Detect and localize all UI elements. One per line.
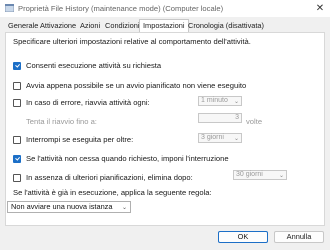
delete-if-not-scheduled-label: In assenza di ulteriori pianificazioni, … (26, 173, 193, 182)
title-bar: Proprietà File History (maintenance mode… (0, 0, 330, 17)
force-stop-checkbox[interactable] (13, 155, 21, 163)
chevron-down-icon: ⌄ (233, 136, 239, 142)
tab-condizioni[interactable]: Condizioni (102, 20, 143, 31)
stop-if-longer-checkbox[interactable] (13, 136, 21, 144)
stop-duration-select[interactable]: 3 giorni ⌄ (198, 133, 242, 143)
chevron-down-icon: ⌄ (121, 205, 127, 211)
restart-on-fail-checkbox[interactable] (13, 99, 21, 107)
already-running-label: Se l'attività è già in esecuzione, appli… (13, 188, 212, 197)
tab-azioni[interactable]: Azioni (77, 20, 103, 31)
chevron-down-icon: ⌄ (233, 99, 239, 105)
delete-after-value: 30 giorni (236, 171, 263, 178)
already-running-rule-value: Non avviare una nuova istanza (11, 202, 113, 211)
restart-attempts-value: 3 (235, 114, 239, 121)
restart-interval-select[interactable]: 1 minuto ⌄ (198, 96, 242, 106)
run-missed-label: Avvia appena possibile se un avvio piani… (26, 81, 247, 90)
already-running-rule-select[interactable]: Non avviare una nuova istanza ⌄ (7, 201, 131, 213)
chevron-down-icon: ⌄ (278, 173, 284, 179)
run-missed-checkbox[interactable] (13, 82, 21, 90)
force-stop-label: Se l'attività non cessa quando richiesto… (26, 154, 229, 163)
restart-attempts-label: Tenta il riavvio fino a: (26, 117, 97, 126)
cancel-button[interactable]: Annulla (274, 231, 324, 243)
settings-description: Specificare ulteriori impostazioni relat… (13, 37, 251, 46)
allow-on-demand-checkbox[interactable] (13, 62, 21, 70)
restart-attempts-spinner[interactable]: 3 (198, 113, 242, 123)
ok-button[interactable]: OK (218, 231, 268, 243)
delete-if-not-scheduled-checkbox[interactable] (13, 174, 21, 182)
window-title: Proprietà File History (maintenance mode… (18, 4, 224, 13)
close-button[interactable]: ✕ (313, 2, 327, 15)
tab-cronologia[interactable]: Cronologia (disattivata) (185, 20, 267, 31)
tab-attivazione[interactable]: Attivazione (37, 20, 79, 31)
tab-strip: Generale Attivazione Azioni Condizioni I… (5, 19, 325, 33)
stop-duration-value: 3 giorni (201, 134, 224, 141)
tab-generale[interactable]: Generale (5, 20, 41, 31)
delete-after-select[interactable]: 30 giorni ⌄ (233, 170, 287, 180)
restart-attempts-unit: volte (246, 117, 263, 126)
allow-on-demand-label: Consenti esecuzione attività su richiest… (26, 61, 162, 70)
task-scheduler-icon (5, 4, 14, 12)
stop-if-longer-label: Interrompi se eseguita per oltre: (26, 135, 134, 144)
task-properties-window: Proprietà File History (maintenance mode… (0, 0, 330, 250)
restart-on-fail-label: In caso di errore, riavvia attività ogni… (26, 98, 150, 107)
tab-impostazioni[interactable]: Impostazioni (139, 19, 189, 33)
settings-panel: Specificare ulteriori impostazioni relat… (5, 32, 325, 226)
restart-interval-value: 1 minuto (201, 97, 228, 104)
